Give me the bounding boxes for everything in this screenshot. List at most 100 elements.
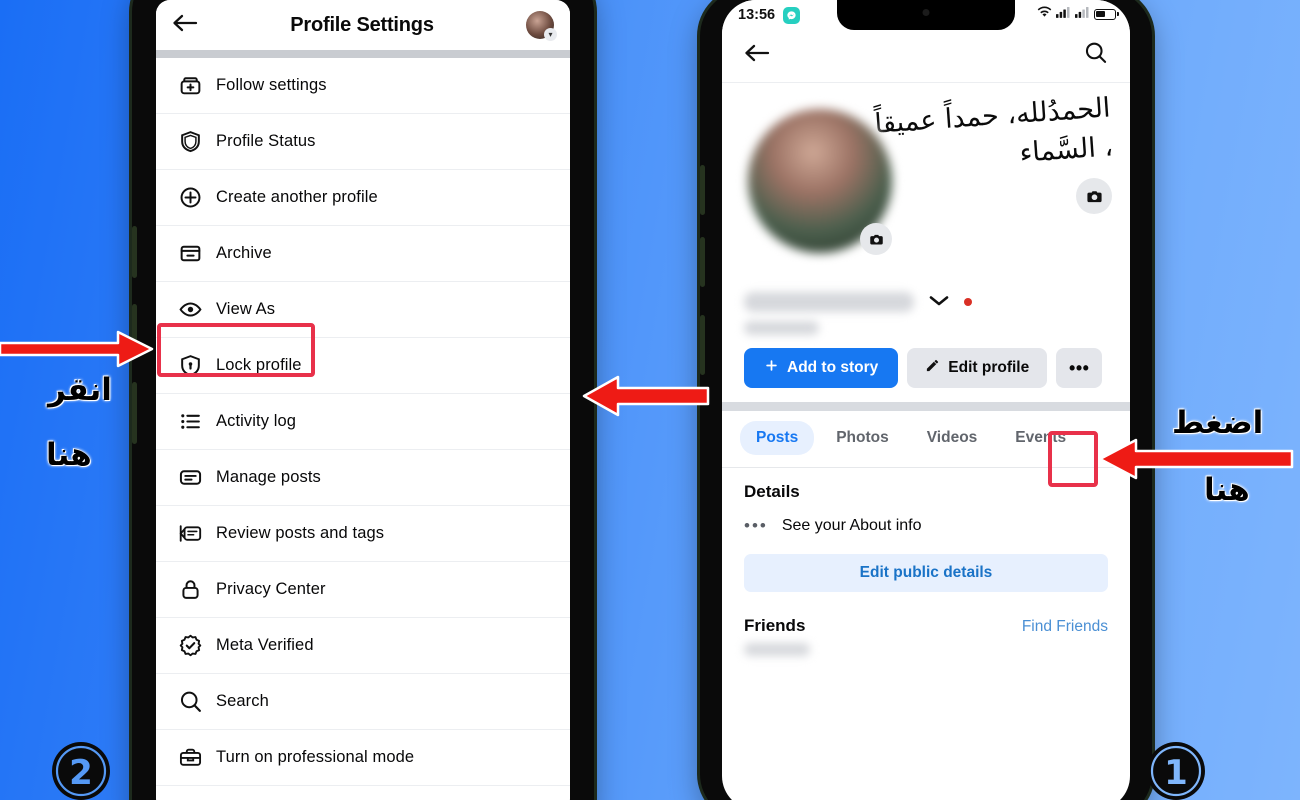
signal-icon-secondary xyxy=(1075,6,1090,22)
manage-posts-icon xyxy=(178,465,216,490)
eye-icon xyxy=(178,297,216,322)
menu-item-search[interactable]: Search xyxy=(156,674,570,730)
phone-notch xyxy=(837,0,1015,30)
chevron-down-icon: ▾ xyxy=(544,28,557,41)
menu-item-manage-posts[interactable]: Manage posts xyxy=(156,450,570,506)
details-title: Details xyxy=(744,482,800,501)
status-time: 13:56 xyxy=(738,7,776,23)
briefcase-icon xyxy=(178,745,216,770)
archive-icon xyxy=(178,241,216,266)
search-icon xyxy=(178,689,216,714)
tab-events[interactable]: Events xyxy=(999,421,1082,455)
profile-navbar xyxy=(722,30,1130,83)
plus-icon xyxy=(764,358,779,378)
menu-item-view-as[interactable]: View As xyxy=(156,282,570,338)
profile-name-hidden xyxy=(744,292,914,312)
more-options-button[interactable]: ••• xyxy=(1056,348,1103,388)
cover-arabic-text: الحمدُلله، حمداً عميقاً ، السَّماء xyxy=(860,88,1115,184)
edit-cover-photo-button[interactable] xyxy=(1076,178,1112,214)
edit-profile-photo-button[interactable] xyxy=(860,223,892,255)
menu-item-label: Review posts and tags xyxy=(216,524,385,542)
edit-public-details-button[interactable]: Edit public details xyxy=(744,554,1108,592)
add-to-story-button[interactable]: Add to story xyxy=(744,348,899,388)
battery-icon xyxy=(1094,8,1119,20)
wifi-icon xyxy=(1037,6,1052,22)
status-dot xyxy=(964,298,972,306)
menu-item-label: Create another profile xyxy=(216,188,378,206)
add-to-story-label: Add to story xyxy=(787,359,879,376)
arrow-middle-pointing-left xyxy=(582,375,710,417)
step-badge-1: 1 xyxy=(1147,742,1205,800)
chevron-down-icon[interactable] xyxy=(928,293,950,312)
profile-action-buttons: Add to story Edit profile ••• xyxy=(722,335,1130,402)
ellipsis-icon: ••• xyxy=(1069,357,1090,378)
profile-identity xyxy=(722,288,1130,335)
profile-settings-header: Profile Settings ▾ xyxy=(156,0,570,50)
search-icon[interactable] xyxy=(1083,40,1108,70)
menu-item-create-another-profile[interactable]: Create another profile xyxy=(156,170,570,226)
friends-section-header: Friends Find Friends xyxy=(744,592,1108,636)
follow-settings-icon xyxy=(178,73,216,98)
padlock-icon xyxy=(178,577,216,602)
phone-left: Profile Settings ▾ Follow settings Profi… xyxy=(132,0,594,800)
menu-item-share-profile[interactable]: Share profile xyxy=(156,786,570,800)
right-screen: 13:56 الحمدُلله، حمداً عميقاً ، السَّماء… xyxy=(722,0,1130,800)
menu-item-turn-on-professional-mode[interactable]: Turn on professional mode xyxy=(156,730,570,786)
ellipsis-icon: ••• xyxy=(744,516,768,535)
review-posts-icon xyxy=(178,521,216,546)
menu-item-follow-settings[interactable]: Follow settings xyxy=(156,58,570,114)
menu-item-meta-verified[interactable]: Meta Verified xyxy=(156,618,570,674)
menu-item-label: Lock profile xyxy=(216,356,302,374)
find-friends-link[interactable]: Find Friends xyxy=(1022,618,1108,636)
annotation-left-line-2: هنا xyxy=(46,437,92,473)
annotation-left-line-1: انقر xyxy=(48,372,112,408)
tab-videos[interactable]: Videos xyxy=(911,421,994,455)
list-icon xyxy=(178,409,216,434)
menu-item-privacy-center[interactable]: Privacy Center xyxy=(156,562,570,618)
menu-item-label: Privacy Center xyxy=(216,580,326,598)
volume-down-button[interactable] xyxy=(700,237,705,287)
svg-text:1: 1 xyxy=(1164,753,1188,793)
svg-text:2: 2 xyxy=(69,753,93,793)
signal-icon xyxy=(1056,6,1071,22)
annotation-right-line-1: اضغط xyxy=(1172,405,1264,441)
profile-username-hidden xyxy=(744,321,819,335)
menu-item-label: Archive xyxy=(216,244,272,262)
menu-item-activity-log[interactable]: Activity log xyxy=(156,394,570,450)
tab-posts[interactable]: Posts xyxy=(740,421,815,455)
arrow-right-to-more-options xyxy=(1098,438,1294,480)
messenger-icon xyxy=(783,6,801,24)
back-arrow-icon[interactable] xyxy=(744,43,770,68)
menu-item-label: Search xyxy=(216,692,269,710)
pencil-icon xyxy=(925,358,940,378)
arrow-left-to-lock-profile xyxy=(0,330,154,368)
volume-up-button[interactable] xyxy=(700,165,705,215)
menu-item-review-posts-and-tags[interactable]: Review posts and tags xyxy=(156,506,570,562)
menu-item-label: Profile Status xyxy=(216,132,316,150)
volume-up-button[interactable] xyxy=(132,226,137,278)
annotation-right-line-2: هنا xyxy=(1204,472,1250,508)
power-button[interactable] xyxy=(132,382,137,444)
menu-item-label: Turn on professional mode xyxy=(216,748,415,766)
left-screen: Profile Settings ▾ Follow settings Profi… xyxy=(156,0,570,800)
power-button[interactable] xyxy=(700,315,705,375)
profile-avatar[interactable]: ▾ xyxy=(526,11,557,41)
menu-item-profile-status[interactable]: Profile Status xyxy=(156,114,570,170)
menu-item-lock-profile[interactable]: Lock profile xyxy=(156,338,570,394)
see-about-info-row[interactable]: ••• See your About info xyxy=(744,502,1108,542)
section-divider xyxy=(722,402,1130,411)
menu-item-archive[interactable]: Archive xyxy=(156,226,570,282)
edit-profile-button[interactable]: Edit profile xyxy=(907,348,1048,388)
tab-photos[interactable]: Photos xyxy=(820,421,905,455)
step-badge-2: 2 xyxy=(52,742,110,800)
plus-circle-icon xyxy=(178,185,216,210)
details-section: Details ••• See your About info Edit pub… xyxy=(722,468,1130,656)
see-about-info-label: See your About info xyxy=(781,517,922,534)
profile-tabs: Posts Photos Videos Events xyxy=(722,411,1130,468)
friends-count-hidden xyxy=(744,643,810,656)
menu-item-label: Follow settings xyxy=(216,76,327,94)
profile-cover: الحمدُلله، حمداً عميقاً ، السَّماء xyxy=(722,83,1130,288)
back-arrow-icon[interactable] xyxy=(172,13,198,38)
page-title: Profile Settings xyxy=(290,13,434,36)
menu-item-label: View As xyxy=(216,300,276,318)
